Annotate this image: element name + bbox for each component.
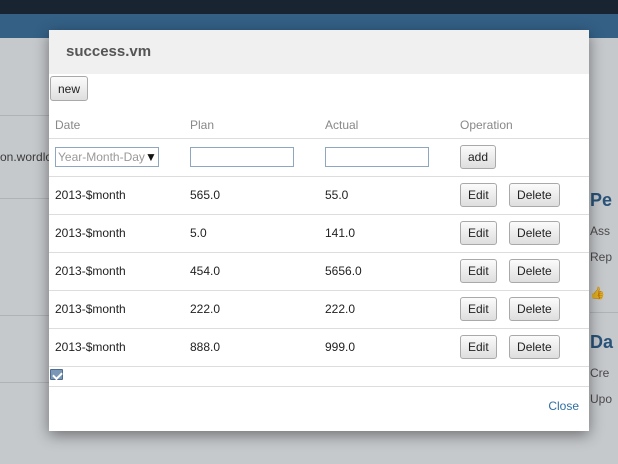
add-button[interactable]: add <box>460 145 497 169</box>
table-row: 2013-$month 222.0 222.0 Edit Delete <box>49 290 589 329</box>
cell-plan: 454.0 <box>184 252 319 291</box>
table-row: 2013-$month 5.0 141.0 Edit Delete <box>49 214 589 253</box>
modal-title: success.vm <box>66 43 152 60</box>
cell-plan: 565.0 <box>184 176 319 215</box>
cell-plan: 5.0 <box>184 214 319 253</box>
cell-actual: 5656.0 <box>319 252 454 291</box>
toolbar: new <box>49 74 589 102</box>
cell-date: 2013-$month <box>49 328 184 367</box>
add-form-row: Year-Month-Day ▼ add <box>49 138 589 177</box>
cell-actual: 141.0 <box>319 214 454 253</box>
table-header-row: Date Plan Actual Operation <box>49 118 589 139</box>
pager <box>49 367 589 387</box>
column-header-plan: Plan <box>184 118 319 139</box>
table-row: 2013-$month 888.0 999.0 Edit Delete <box>49 328 589 367</box>
close-link[interactable]: Close <box>548 399 579 413</box>
new-button[interactable]: new <box>50 76 89 101</box>
image-icon[interactable] <box>50 368 63 380</box>
date-select[interactable]: Year-Month-Day ▼ <box>55 147 159 167</box>
delete-button[interactable]: Delete <box>509 297 560 321</box>
edit-button[interactable]: Edit <box>460 335 497 359</box>
cell-actual: 222.0 <box>319 290 454 329</box>
edit-button[interactable]: Edit <box>460 259 497 283</box>
column-header-actual: Actual <box>319 118 454 139</box>
delete-button[interactable]: Delete <box>509 183 560 207</box>
delete-button[interactable]: Delete <box>509 335 560 359</box>
table-row: 2013-$month 454.0 5656.0 Edit Delete <box>49 252 589 291</box>
cell-actual: 55.0 <box>319 176 454 215</box>
cell-actual: 999.0 <box>319 328 454 367</box>
date-placeholder: Year-Month-Day <box>58 150 145 164</box>
delete-button[interactable]: Delete <box>509 221 560 245</box>
cell-plan: 888.0 <box>184 328 319 367</box>
chevron-down-icon: ▼ <box>144 150 157 164</box>
cell-plan: 222.0 <box>184 290 319 329</box>
edit-button[interactable]: Edit <box>460 183 497 207</box>
edit-button[interactable]: Edit <box>460 297 497 321</box>
edit-button[interactable]: Edit <box>460 221 497 245</box>
modal-footer: Close <box>49 387 589 425</box>
table-row: 2013-$month 565.0 55.0 Edit Delete <box>49 176 589 215</box>
delete-button[interactable]: Delete <box>509 259 560 283</box>
data-table: Date Plan Actual Operation Year-Month-Da… <box>49 118 589 367</box>
column-header-operation: Operation <box>454 118 589 139</box>
cell-date: 2013-$month <box>49 214 184 253</box>
modal-dialog: success.vm new Date Plan Actual Operatio… <box>49 30 589 431</box>
column-header-date: Date <box>49 118 184 139</box>
modal-header: success.vm <box>49 30 589 74</box>
cell-date: 2013-$month <box>49 252 184 291</box>
actual-input[interactable] <box>325 147 429 167</box>
cell-date: 2013-$month <box>49 176 184 215</box>
plan-input[interactable] <box>190 147 294 167</box>
cell-date: 2013-$month <box>49 290 184 329</box>
